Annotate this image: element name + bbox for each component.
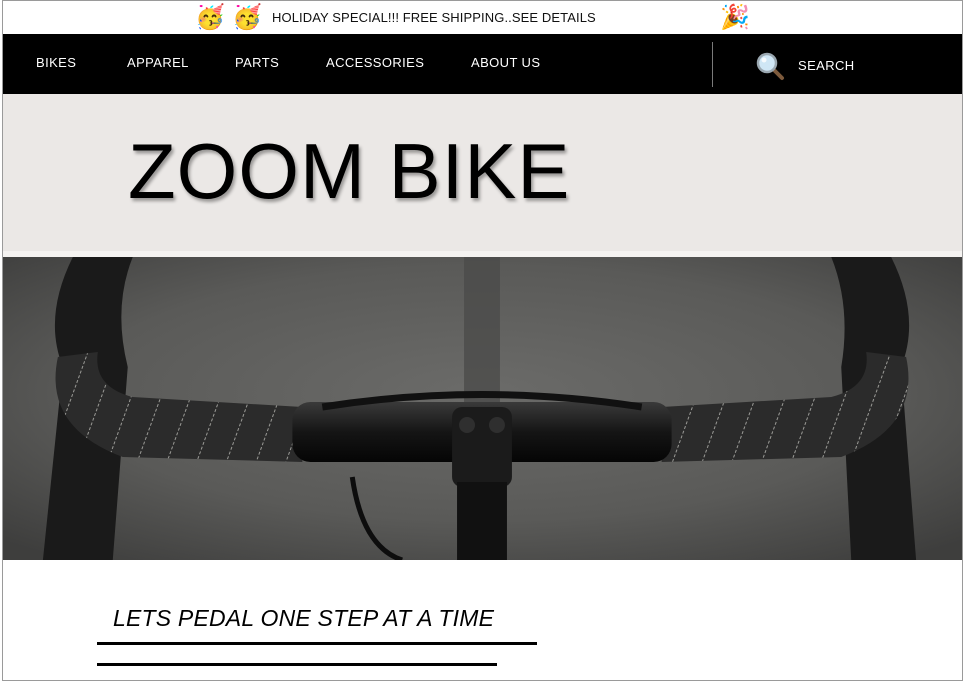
nav-item-bikes[interactable]: BIKES [36, 55, 76, 70]
promo-text[interactable]: HOLIDAY SPECIAL!!! FREE SHIPPING..SEE DE… [272, 10, 596, 25]
party-face-icon: 🥳 [232, 3, 262, 31]
magnifying-glass-icon[interactable] [755, 51, 785, 81]
promo-banner[interactable]: 🥳 🥳 HOLIDAY SPECIAL!!! FREE SHIPPING..SE… [3, 1, 962, 34]
hero-photo [3, 257, 962, 560]
nav-item-parts[interactable]: PARTS [235, 55, 279, 70]
nav-divider [712, 42, 713, 87]
page-frame: 🥳 🥳 HOLIDAY SPECIAL!!! FREE SHIPPING..SE… [2, 0, 963, 681]
party-popper-icon: 🎉 [720, 3, 750, 31]
underline-long [97, 642, 537, 645]
party-face-icon: 🥳 [195, 3, 225, 31]
nav-item-about-us[interactable]: ABOUT US [471, 55, 540, 70]
main-nav: BIKES APPAREL PARTS ACCESSORIES ABOUT US… [3, 34, 962, 94]
search-label[interactable]: SEARCH [798, 58, 855, 73]
underline-short [97, 663, 497, 666]
tagline: LETS PEDAL ONE STEP AT A TIME [113, 605, 495, 631]
brand-title: ZOOM BIKE [128, 127, 571, 215]
nav-item-apparel[interactable]: APPAREL [127, 55, 189, 70]
nav-item-accessories[interactable]: ACCESSORIES [326, 55, 424, 70]
hero-title-band: ZOOM BIKE [3, 94, 962, 251]
